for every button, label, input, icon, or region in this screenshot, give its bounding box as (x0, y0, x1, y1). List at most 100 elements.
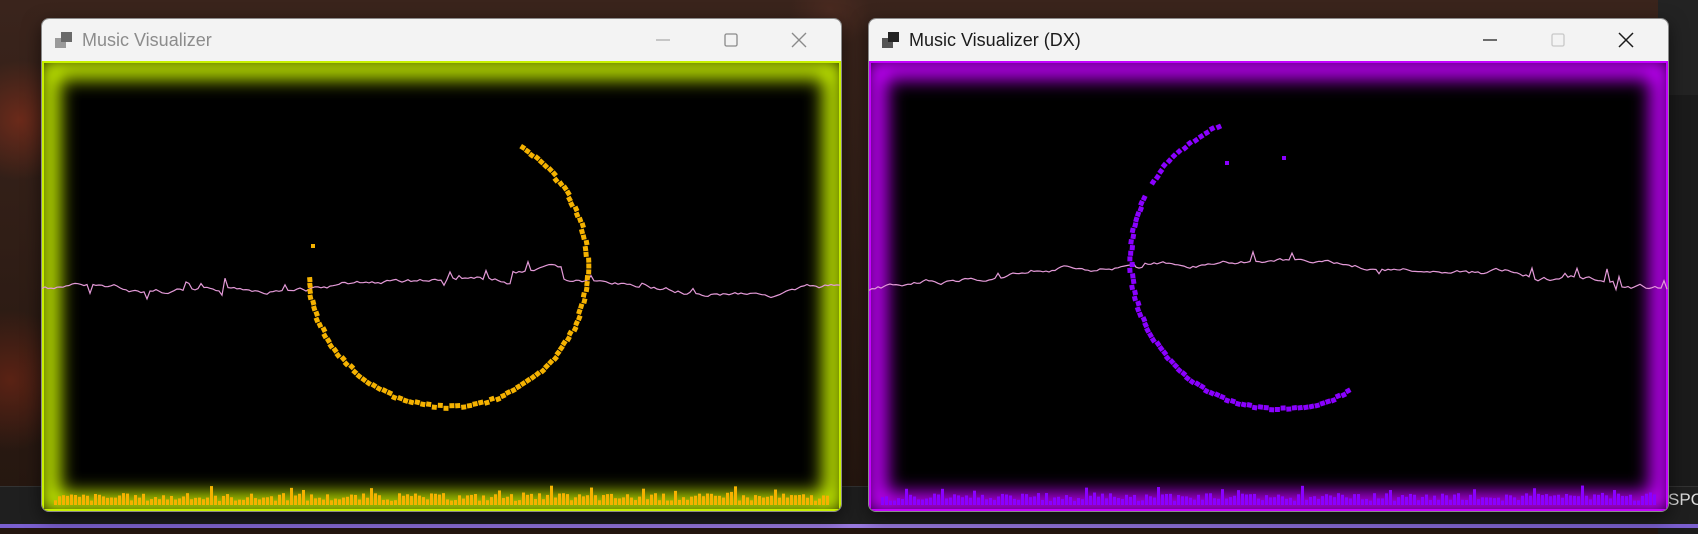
ring-dot (381, 387, 388, 394)
maximize-button[interactable] (1524, 19, 1592, 61)
spectrum-bar (1429, 500, 1432, 505)
spectrum-bar (422, 497, 425, 505)
title-bar[interactable]: Music Visualizer (42, 19, 841, 61)
spectrum-bar (1541, 495, 1544, 505)
spectrum-bar (66, 495, 69, 505)
ring-dot (1334, 392, 1342, 400)
spectrum-bar (1261, 500, 1264, 505)
spectrum-bar (1085, 487, 1088, 505)
spectrum-bar (238, 499, 241, 505)
ring-dot (408, 399, 415, 406)
spectrum-bar (1073, 500, 1076, 505)
radial-ring (307, 143, 592, 411)
ring-dot (437, 402, 443, 409)
ring-dot (1160, 161, 1168, 169)
ring-dot (455, 403, 461, 409)
ring-dot (1127, 267, 1133, 274)
spectrum-bar (162, 495, 165, 505)
spectrum-bar (386, 499, 389, 505)
maximize-icon (1551, 33, 1565, 47)
spectrum-bar (1625, 496, 1628, 505)
spectrum-bar (366, 497, 369, 505)
visualizer-window[interactable]: Music Visualizer (41, 18, 842, 512)
spectrum-bar (194, 497, 197, 505)
spectrum-bar (570, 500, 573, 505)
spectrum-bar (1381, 498, 1384, 505)
spectrum-bar (674, 490, 677, 505)
spectrum-bar (881, 497, 884, 505)
ring-dot (564, 335, 572, 343)
spectrum-bar (706, 493, 709, 505)
ring-dot (578, 228, 586, 235)
ring-dot (568, 201, 575, 208)
spectrum-bar (94, 494, 97, 505)
ring-dot (583, 239, 590, 246)
spectrum-bar (1629, 494, 1632, 505)
spectrum-bar (1517, 500, 1520, 505)
close-button[interactable] (765, 19, 833, 61)
spectrum-bar (634, 500, 637, 505)
ring-dot (1215, 123, 1223, 131)
spectrum-bar (590, 487, 593, 505)
ring-dot (566, 195, 573, 203)
ring-dot (1234, 400, 1242, 407)
spectrum-bar (1501, 500, 1504, 505)
spectrum-bar (1389, 490, 1392, 505)
ring-dot (1129, 244, 1136, 251)
spectrum-bar (1293, 500, 1296, 505)
spectrum-bar (746, 497, 749, 505)
ring-dot (1137, 205, 1145, 213)
spectrum-bar (78, 496, 81, 505)
spectrum-bar (722, 497, 725, 505)
spectrum-bar (1441, 493, 1444, 505)
spectrum-bar (1401, 495, 1404, 505)
spectrum-bar (206, 497, 209, 505)
ring-dot (1240, 401, 1247, 408)
ring-dot (1132, 289, 1139, 296)
spectrum-bar (390, 500, 393, 505)
ring-dot (1225, 161, 1229, 165)
maximize-icon (724, 33, 738, 47)
spectrum-bar (414, 493, 417, 505)
ring-dot (1136, 311, 1144, 319)
spectrum-bar (1121, 499, 1124, 505)
spectrum-bar (358, 499, 361, 505)
spectrum-bar (1257, 498, 1260, 505)
ring-dot (1246, 402, 1253, 408)
ring-dot (572, 205, 580, 213)
title-bar[interactable]: Music Visualizer (DX) (869, 19, 1668, 61)
minimize-button[interactable] (629, 19, 697, 61)
spectrum-bar (586, 495, 589, 505)
ring-dot (313, 316, 321, 324)
spectrum-bar (678, 499, 681, 505)
spectrum-bar (1405, 496, 1408, 505)
spectrum-bar (1529, 495, 1532, 505)
spectrum-bar (782, 493, 785, 505)
spectrum-bar (818, 498, 821, 505)
visualizer-dx-window[interactable]: Music Visualizer (DX) (868, 18, 1669, 512)
spectrum-bar (466, 495, 469, 505)
minimize-button[interactable] (1456, 19, 1524, 61)
maximize-button[interactable] (697, 19, 765, 61)
spectrum-bar (965, 495, 968, 505)
ring-dot (584, 280, 590, 287)
spectrum-bar (1561, 497, 1564, 505)
ring-dot (1324, 398, 1332, 405)
ring-dot (573, 211, 581, 219)
close-button[interactable] (1592, 19, 1660, 61)
spectrum-bar (198, 497, 201, 505)
spectrum-bar (474, 494, 477, 505)
spectrum-bar (913, 496, 916, 505)
ring-dot (307, 282, 313, 289)
spectrum-bar (1553, 495, 1556, 505)
spectrum-bar (1025, 494, 1028, 505)
spectrum-bar (562, 493, 565, 505)
ring-dot (311, 305, 318, 312)
spectrum-bar (1301, 485, 1304, 505)
spectrum-bar (1265, 495, 1268, 505)
spectrum-bar (278, 494, 281, 505)
spectrum-bar (1297, 494, 1300, 505)
close-icon (1618, 32, 1634, 48)
spectrum-bar (426, 499, 429, 505)
spectrum-bar (742, 495, 745, 505)
